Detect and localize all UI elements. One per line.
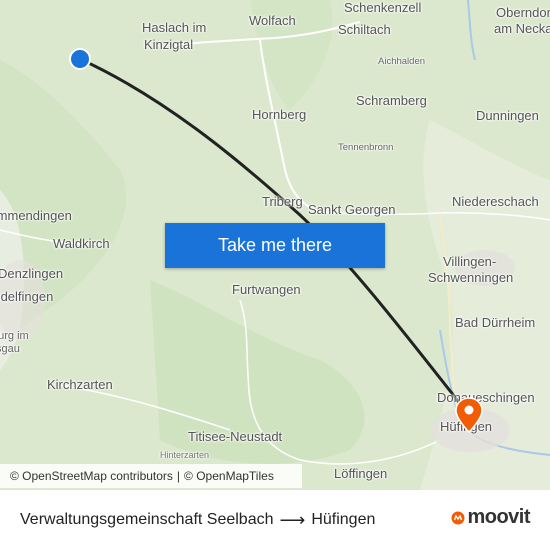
osm-attribution-link[interactable]: © OpenStreetMap contributors [10, 469, 173, 483]
place-label: Titisee-Neustadt [188, 429, 283, 444]
place-label: Gundelfingen [0, 289, 54, 304]
moovit-wordmark: moovit [467, 506, 530, 528]
place-label: Haslach im [142, 20, 207, 35]
destination-name: Hüfingen [311, 511, 376, 528]
place-label: Aichhalden [378, 56, 426, 67]
destination-marker [455, 397, 483, 433]
place-label: Denzlingen [0, 266, 64, 281]
place-label: burg im [0, 330, 29, 342]
place-label: Wolfach [249, 13, 296, 28]
moovit-pin-icon [451, 511, 465, 524]
take-me-there-button[interactable]: Take me there [165, 223, 385, 268]
route-footer: Verwaltungsgemeinschaft Seelbach ⟶ Hüfin… [0, 490, 550, 550]
place-label: Löffingen [334, 466, 388, 481]
place-label: Tennenbronn [338, 142, 394, 153]
place-label: Hinterzarten [160, 450, 210, 460]
moovit-logo: moovit [451, 506, 530, 529]
place-label: am Neckar [494, 21, 550, 36]
place-label: Kirchzarten [47, 377, 113, 392]
place-label: Villingen- [443, 254, 497, 269]
place-label: Dunningen [476, 108, 539, 123]
place-label: Oberndorf [496, 5, 550, 20]
attribution-separator: | [176, 469, 181, 483]
origin-marker [69, 48, 91, 70]
place-label: Hornberg [252, 107, 307, 122]
openmaptiles-attribution-link[interactable]: © OpenMapTiles [184, 469, 274, 483]
place-label: Sankt Georgen [308, 202, 396, 217]
place-label: Schenkenzell [344, 0, 422, 15]
place-label: sgau [0, 343, 20, 355]
map-view[interactable]: Haslach im Kinzigtal Wolfach Schenkenzel… [0, 0, 550, 490]
origin-name: Verwaltungsgemeinschaft Seelbach [20, 511, 274, 528]
place-label: Kinzigtal [144, 37, 194, 52]
place-label: Donaueschingen [437, 390, 535, 405]
map-attribution: © OpenStreetMap contributors | © OpenMap… [0, 464, 302, 488]
place-label: Schramberg [356, 93, 427, 108]
place-label: Schwenningen [428, 270, 514, 285]
place-label: Emmendingen [0, 208, 72, 223]
place-label: Bad Dürrheim [455, 315, 536, 330]
place-label: Triberg [262, 194, 303, 209]
arrow-right-icon: ⟶ [279, 509, 306, 530]
place-label: Schiltach [338, 22, 391, 37]
place-label: Furtwangen [232, 282, 301, 297]
place-label: Niedereschach [452, 194, 539, 209]
place-label: Waldkirch [53, 236, 110, 251]
route-summary: Verwaltungsgemeinschaft Seelbach ⟶ Hüfin… [20, 490, 375, 550]
